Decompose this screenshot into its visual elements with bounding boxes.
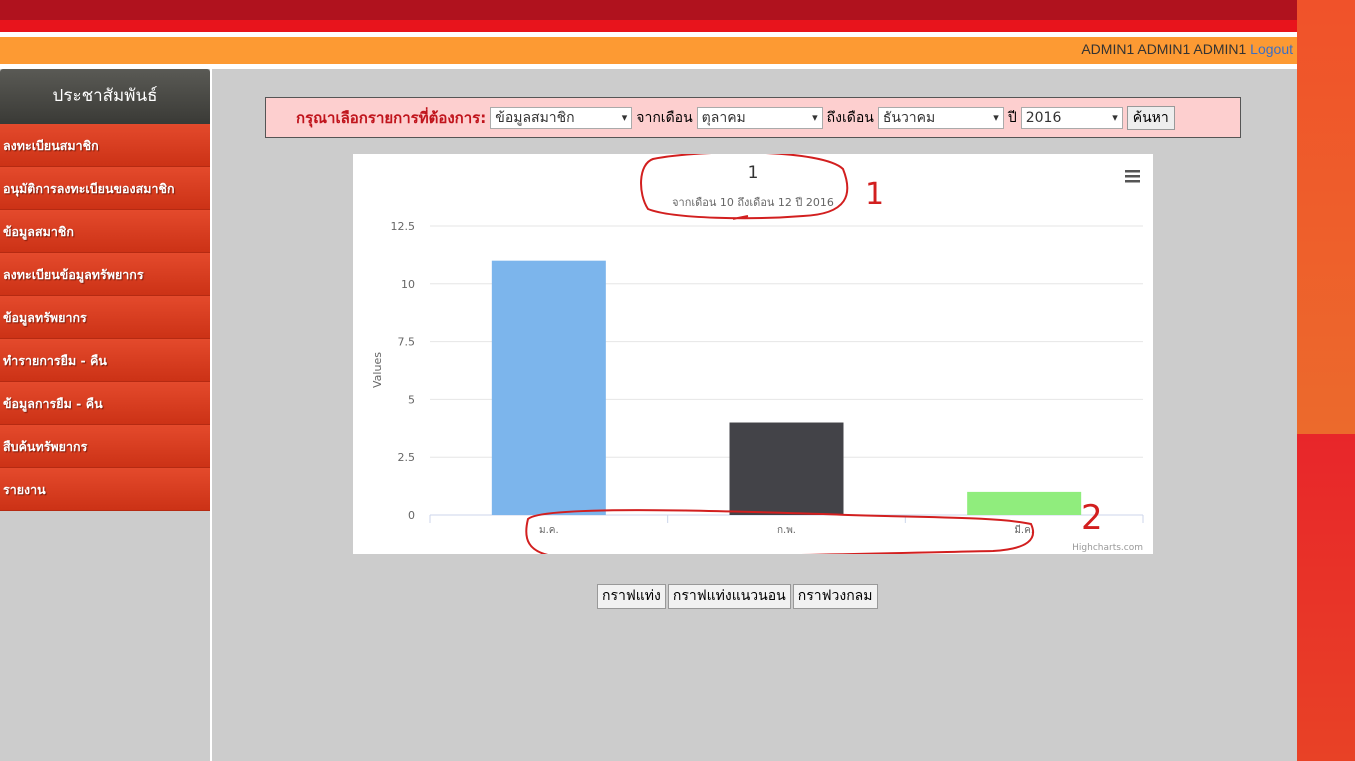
chart-title: 1 xyxy=(748,163,759,183)
credits-link: Highcharts.com xyxy=(1072,543,1143,553)
type-select[interactable]: ข้อมูลสมาชิก xyxy=(490,106,633,129)
sidebar-item[interactable]: ข้อมูลสมาชิก xyxy=(0,210,210,253)
filter-bar: กรุณาเลือกรายการที่ต้องการ: ข้อมูลสมาชิก… xyxy=(265,97,1241,138)
user-bar: ADMIN1 ADMIN1 ADMIN1 Logout xyxy=(0,37,1297,64)
horizontal-bar-chart-button[interactable]: กราฟแท่งแนวนอน xyxy=(667,584,791,609)
sidebar-item[interactable]: ลงทะเบียนสมาชิก xyxy=(0,124,210,167)
y-axis-title: Values xyxy=(371,352,384,388)
right-strip-lower xyxy=(1297,434,1355,761)
filter-label: กรุณาเลือกรายการที่ต้องการ: xyxy=(296,108,487,127)
bar-0 xyxy=(491,260,606,515)
right-strip xyxy=(1297,0,1355,434)
sidebar-item[interactable]: อนุมัติการลงทะเบียนของสมาชิก xyxy=(0,167,210,210)
annotation-label-1: 1 xyxy=(865,177,884,212)
header-stripe xyxy=(0,20,1297,32)
annotation-circle-1 xyxy=(640,154,849,220)
bar-chart: 0 2.5 5 7.5 10 12.5 ม.ค. ก.พ. มี.ค. 1 จากเดือน 10 … xyxy=(353,154,1153,554)
chart-subtitle: จากเดือน 10 ถึงเดือน 12 ปี 2016 xyxy=(672,196,834,209)
sidebar: ประชาสัมพันธ์ ลงทะเบียนสมาชิก อนุมัติการล… xyxy=(0,69,212,761)
sidebar-item[interactable]: ลงทะเบียนข้อมูลทรัพยากร xyxy=(0,253,210,296)
from-month-select[interactable]: ตุลาคม xyxy=(696,106,823,129)
y-tick-label: 0 xyxy=(408,509,415,522)
bar-chart-button[interactable]: กราฟแท่ง xyxy=(597,584,666,609)
bar-1 xyxy=(729,422,844,515)
x-tick-label: ม.ค. xyxy=(539,525,559,536)
pie-chart-button[interactable]: กราฟวงกลม xyxy=(792,584,878,609)
user-name: ADMIN1 ADMIN1 ADMIN1 xyxy=(1081,41,1247,57)
y-tick-label: 12.5 xyxy=(391,220,416,233)
y-tick-label: 7.5 xyxy=(398,336,416,349)
sidebar-item[interactable]: สืบค้นทรัพยากร xyxy=(0,425,210,468)
sidebar-item[interactable]: ข้อมูลการยืม - คืน xyxy=(0,382,210,425)
y-tick-label: 5 xyxy=(408,393,415,406)
year-label: ปี xyxy=(1007,109,1017,126)
y-tick-label: 10 xyxy=(401,278,415,291)
to-label: ถึงเดือน xyxy=(826,109,874,126)
sidebar-item[interactable]: รายงาน xyxy=(0,468,210,511)
bar-2 xyxy=(967,491,1082,515)
hamburger-icon[interactable] xyxy=(1125,170,1140,183)
from-label: จากเดือน xyxy=(636,109,693,126)
chart-svg: 02.557.51012.5ม.ค. ก.พ. มี.ค.1จากเดือน 10 … xyxy=(371,154,1144,554)
sidebar-item[interactable]: ข้อมูลทรัพยากร xyxy=(0,296,210,339)
sidebar-item[interactable]: ทำรายการยืม - คืน xyxy=(0,339,210,382)
to-month-select[interactable]: ธันวาคม xyxy=(877,106,1004,129)
chart-type-buttons: กราฟแท่ง กราฟแท่งแนวนอน กราฟวงกลม xyxy=(597,584,878,609)
search-button[interactable]: ค้นหา xyxy=(1126,105,1175,130)
y-tick-label: 2.5 xyxy=(398,451,416,464)
logout-link[interactable]: Logout xyxy=(1250,41,1293,57)
x-tick-label: ก.พ. xyxy=(777,525,796,536)
annotation-label-2: 2 xyxy=(1081,498,1103,538)
sidebar-title: ประชาสัมพันธ์ xyxy=(0,69,210,124)
header-bar xyxy=(0,0,1297,20)
year-select[interactable]: 2016 xyxy=(1020,106,1123,129)
